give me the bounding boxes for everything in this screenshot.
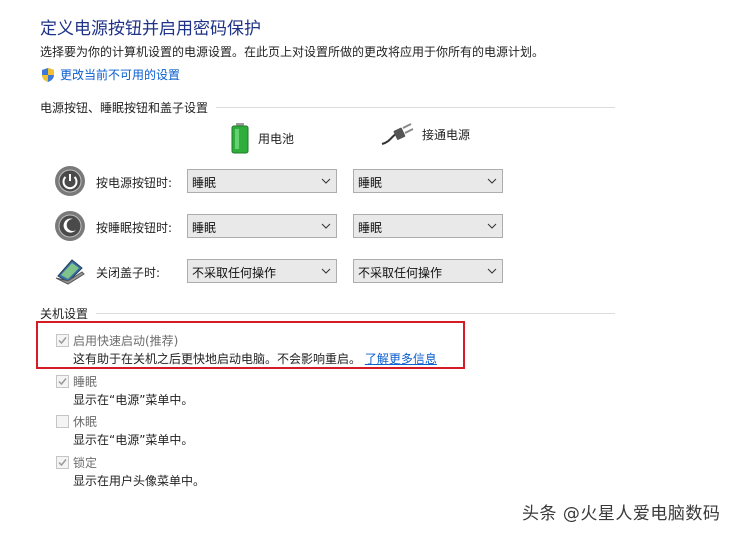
lock-option-description: 显示在用户头像菜单中。 — [73, 474, 206, 488]
watermark-text: 头条 @火星人爱电脑数码 — [522, 504, 721, 524]
power-button-plugged-select[interactable]: 睡眠 — [353, 169, 503, 193]
close-lid-label: 关闭盖子时: — [96, 266, 161, 280]
checkmark-icon — [58, 337, 67, 345]
page-subtitle: 选择要为你的计算机设置的电源设置。在此页上对设置所做的更改将应用于你所有的电源计… — [40, 45, 545, 59]
select-value: 不采取任何操作 — [192, 266, 277, 280]
hibernate-option-description: 显示在“电源”菜单中。 — [73, 433, 194, 447]
lock-checkbox[interactable] — [56, 456, 69, 469]
select-value: 睡眠 — [192, 176, 217, 190]
change-unavailable-settings-text: 更改当前不可用的设置 — [60, 68, 181, 82]
select-value: 睡眠 — [192, 221, 217, 235]
close-lid-plugged-select[interactable]: 不采取任何操作 — [353, 259, 503, 283]
laptop-lid-icon — [55, 259, 85, 285]
section-divider — [216, 107, 615, 108]
battery-column-header: 用电池 — [230, 122, 294, 154]
hibernate-checkbox[interactable] — [56, 415, 69, 428]
chevron-down-icon — [321, 178, 331, 184]
power-buttons-section-label: 电源按钮、睡眠按钮和盖子设置 — [40, 101, 209, 115]
shutdown-section-header: 关机设置 — [40, 305, 615, 322]
learn-more-link[interactable]: 了解更多信息 — [365, 352, 437, 366]
shield-icon — [42, 67, 54, 82]
close-lid-battery-select[interactable]: 不采取任何操作 — [187, 259, 337, 283]
sleep-checkbox[interactable] — [56, 375, 69, 388]
fast-startup-desc-text: 这有助于在关机之后更快地启动电脑。不会影响重启。 — [73, 352, 362, 366]
battery-icon — [231, 123, 249, 154]
power-plug-icon — [381, 123, 414, 145]
battery-column-label: 用电池 — [258, 131, 295, 146]
shutdown-section-label: 关机设置 — [40, 307, 89, 321]
select-value: 不采取任何操作 — [358, 266, 443, 280]
chevron-down-icon — [487, 223, 497, 229]
chevron-down-icon — [487, 268, 497, 274]
section-divider — [96, 313, 615, 314]
hibernate-option-title: 休眠 — [73, 415, 98, 429]
chevron-down-icon — [321, 268, 331, 274]
sleep-option-description: 显示在“电源”菜单中。 — [73, 393, 194, 407]
select-value: 睡眠 — [358, 176, 383, 190]
sleep-option-title: 睡眠 — [73, 375, 98, 389]
sleep-button-battery-select[interactable]: 睡眠 — [187, 214, 337, 238]
power-buttons-section-header: 电源按钮、睡眠按钮和盖子设置 — [40, 99, 615, 116]
power-button-icon — [55, 166, 85, 196]
page-title: 定义电源按钮并启用密码保护 — [40, 19, 261, 39]
fast-startup-description: 这有助于在关机之后更快地启动电脑。不会影响重启。 了解更多信息 — [73, 350, 437, 367]
lock-option-title: 锁定 — [73, 456, 98, 470]
plugged-in-column-header: 接通电源 — [380, 122, 470, 146]
fast-startup-title: 启用快速启动(推荐) — [73, 334, 179, 348]
sleep-button-plugged-select[interactable]: 睡眠 — [353, 214, 503, 238]
power-button-battery-select[interactable]: 睡眠 — [187, 169, 337, 193]
checkmark-icon — [58, 459, 67, 467]
sleep-button-label: 按睡眠按钮时: — [96, 221, 173, 235]
chevron-down-icon — [321, 223, 331, 229]
checkmark-icon — [58, 378, 67, 386]
sleep-button-icon — [55, 211, 85, 241]
select-value: 睡眠 — [358, 221, 383, 235]
fast-startup-checkbox[interactable] — [56, 334, 69, 347]
change-unavailable-settings-link[interactable]: 更改当前不可用的设置 — [40, 66, 180, 83]
plugged-in-column-label: 接通电源 — [422, 127, 471, 142]
chevron-down-icon — [487, 178, 497, 184]
power-button-label: 按电源按钮时: — [96, 176, 173, 190]
